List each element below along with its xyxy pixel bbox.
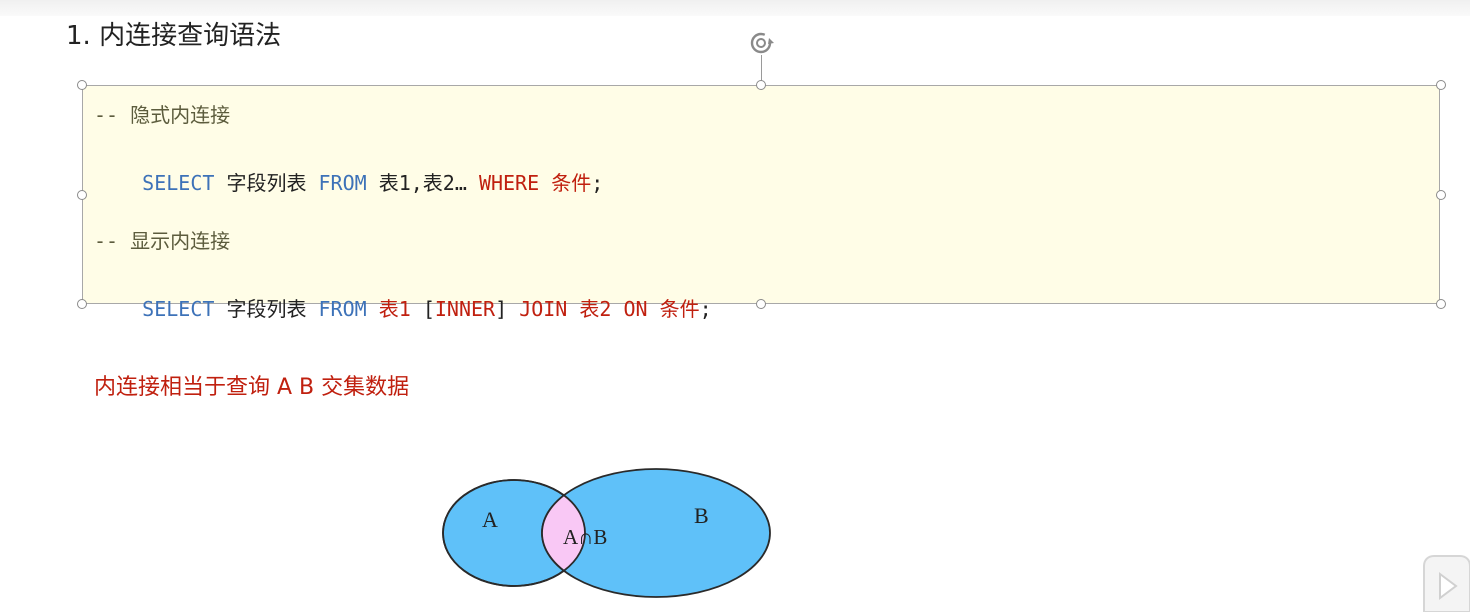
resize-handle-middle-left[interactable]	[77, 190, 87, 200]
keyword-from: FROM	[318, 171, 367, 195]
keyword-inner: INNER	[434, 297, 496, 321]
code-line-implicit-join: SELECT 字段列表 FROM 表1,表2… WHERE 条件;	[94, 144, 603, 222]
code-table1: 表1	[366, 297, 411, 321]
venn-label-b: B	[694, 503, 709, 528]
keyword-join: JOIN	[519, 297, 568, 321]
venn-diagram: A B A∩B	[442, 468, 771, 598]
keyword-where: WHERE	[478, 171, 540, 195]
resize-handle-top-left[interactable]	[77, 80, 87, 90]
code-line-explicit-join: SELECT 字段列表 FROM 表1 [INNER] JOIN 表2 ON 条…	[94, 270, 712, 348]
keyword-from: FROM	[318, 297, 367, 321]
code-comment-explicit: -- 显示内连接	[94, 229, 231, 253]
keyword-select: SELECT	[142, 171, 215, 195]
resize-handle-top-right[interactable]	[1436, 80, 1446, 90]
code-table2: 表2	[567, 297, 612, 321]
code-bracket-open: [	[410, 297, 435, 321]
code-fields: 字段列表	[214, 297, 319, 321]
page-heading: 1. 内连接查询语法	[66, 21, 282, 51]
resize-handle-top-center[interactable]	[756, 80, 766, 90]
inner-join-note: 内连接相当于查询 A B 交集数据	[94, 375, 410, 400]
window-top-edge	[0, 0, 1470, 16]
play-button-icon[interactable]	[1420, 552, 1470, 612]
code-block[interactable]: -- 隐式内连接 SELECT 字段列表 FROM 表1,表2… WHERE 条…	[82, 85, 1440, 321]
resize-handle-bottom-center[interactable]	[756, 299, 766, 309]
code-comment-implicit: -- 隐式内连接	[94, 103, 231, 127]
rotate-handle-icon[interactable]	[747, 29, 777, 57]
code-bracket-close: ]	[495, 297, 520, 321]
resize-handle-bottom-left[interactable]	[77, 299, 87, 309]
code-tables: 表1,表2…	[366, 171, 479, 195]
venn-label-intersection: A∩B	[563, 525, 607, 549]
code-fields: 字段列表	[214, 171, 319, 195]
resize-handle-middle-right[interactable]	[1436, 190, 1446, 200]
keyword-select: SELECT	[142, 297, 215, 321]
venn-label-a: A	[482, 507, 498, 532]
code-semicolon: ;	[699, 297, 712, 321]
code-condition: 条件	[539, 171, 592, 195]
code-semicolon: ;	[591, 171, 604, 195]
keyword-on: ON	[611, 297, 648, 321]
resize-handle-bottom-right[interactable]	[1436, 299, 1446, 309]
code-condition: 条件	[647, 297, 700, 321]
